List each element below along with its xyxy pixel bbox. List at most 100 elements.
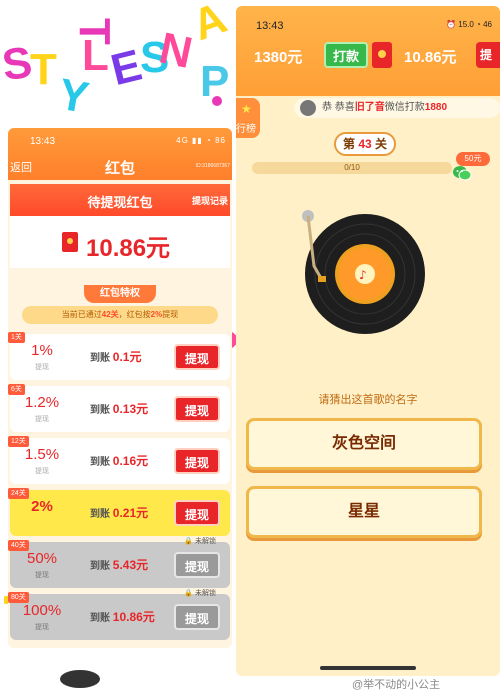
question-text: 请猜出这首歌的名字: [318, 394, 418, 406]
confetti-shape: [212, 96, 222, 106]
arrival-label: 到账: [90, 405, 110, 416]
svg-text:♪: ♪: [359, 268, 367, 282]
arrival-label: 到账: [90, 561, 110, 572]
arrival-label: 到账: [90, 457, 110, 468]
confetti-shape: [60, 670, 100, 688]
svg-text:N: N: [155, 23, 196, 78]
user-id: ID:3186687367: [195, 163, 230, 169]
level-suffix: 关: [375, 137, 388, 151]
svg-text:T: T: [30, 45, 57, 94]
balance-amount: 10.86元: [86, 235, 171, 262]
lock-badge: 🔒 未解锁: [184, 590, 216, 597]
tier-percent: 100%: [22, 602, 62, 619]
leaderboard-label: 行榜: [236, 124, 256, 135]
left-header: 13:43 4G ▮▮ ◔ 86 返回 红包 ID:3186687367: [8, 128, 232, 180]
red-envelope-icon: [372, 42, 392, 68]
tier-row-current: 24关 2% 到账 0.21元 提现: [8, 488, 230, 536]
ticker-amount: 1880: [424, 102, 448, 113]
game-header: 13:43 ⏰ 15.0 ◔ 46 1380元 打款 10.86元 提: [236, 6, 500, 96]
balance-card: 10.86元: [10, 216, 230, 268]
tier-percent: 50%: [26, 550, 58, 567]
winner-ticker: 恭 恭喜旧了音微信打款1880: [294, 98, 500, 118]
tier-arrival: 到账 0.16元: [90, 452, 148, 469]
collage-title-art: S T Y L E S N A P T: [0, 0, 233, 120]
pending-envelope-banner: 待提现红包 提现记录: [10, 184, 230, 216]
home-indicator[interactable]: [320, 666, 416, 670]
leaderboard-button[interactable]: ★ 行榜: [236, 98, 260, 138]
tier-sub-label: 提现: [35, 416, 49, 423]
status-indicators: ⏰ 15.0 ◔ 46: [446, 20, 492, 29]
tier-row: 12关 1.5% 提现 到账 0.16元 提现: [8, 436, 230, 484]
tier-sub-label: 提现: [35, 468, 49, 475]
arrival-amount: 0.1元: [112, 350, 142, 364]
arrival-amount: 0.13元: [112, 402, 149, 416]
wechat-icon[interactable]: [452, 164, 472, 182]
tier-sub-label: 提现: [35, 364, 49, 371]
tier-sub-label: 提现: [35, 572, 49, 579]
tier-arrival: 到账 10.86元: [90, 608, 155, 625]
arrival-amount: 5.43元: [112, 558, 149, 572]
status-time: 13:43: [256, 20, 284, 32]
arrival-label: 到账: [90, 613, 110, 624]
tier-row-locked: 40关 🔒 未解锁 50% 提现 到账 5.43元 提现: [8, 538, 230, 588]
star-icon: ★: [241, 102, 252, 116]
cash-out-button[interactable]: 打款: [324, 42, 368, 68]
coin-balance: 1380元: [254, 49, 303, 66]
note-level: 42关: [101, 310, 119, 319]
privilege-note: 当前已通过42关，红包按2%提现: [22, 306, 218, 324]
watermark: @举不动的小公主: [352, 679, 441, 691]
ticker-prefix: 恭: [322, 102, 332, 113]
withdraw-button[interactable]: 提: [476, 42, 500, 68]
privilege-heading: 红包特权: [84, 285, 156, 303]
tier-arrival: 到账 0.13元: [90, 400, 148, 417]
withdraw-button[interactable]: 提现: [174, 448, 220, 474]
level-prefix: 第: [342, 137, 355, 151]
left-phone-screen: 13:43 4G ▮▮ ◔ 86 返回 红包 ID:3186687367 待提现…: [8, 128, 232, 648]
answer-option[interactable]: 星星: [246, 486, 482, 538]
tier-sub-label: 提现: [35, 624, 49, 631]
status-time: 13:43: [30, 136, 56, 147]
ticker-middle: 微信打款: [384, 102, 425, 113]
note-suffix: 提现: [162, 310, 179, 319]
arrival-amount: 0.21元: [112, 506, 149, 520]
withdraw-button-locked[interactable]: 提现: [174, 604, 220, 630]
withdraw-button[interactable]: 提现: [174, 396, 220, 422]
arrival-label: 到账: [90, 509, 110, 520]
level-number: 43: [358, 137, 372, 151]
status-indicators: 4G ▮▮ ◔ 86: [176, 136, 226, 145]
tier-arrival: 到账 5.43元: [90, 556, 148, 573]
tier-percent: 1.2%: [24, 394, 60, 411]
tier-percent: 2%: [31, 498, 53, 515]
tier-percent: 1.5%: [24, 446, 60, 463]
avatar: [300, 100, 316, 116]
arrival-amount: 10.86元: [112, 610, 155, 624]
tier-row: 1关 1% 提现 到账 0.1元 提现: [8, 332, 230, 380]
ticker-highlight: 旧了音: [354, 102, 385, 113]
red-envelope-icon: [62, 232, 78, 252]
withdraw-button[interactable]: 提现: [174, 500, 220, 526]
answer-option[interactable]: 灰色空间: [246, 418, 482, 470]
withdraw-record-link[interactable]: 提现记录: [192, 194, 228, 207]
ticker-name: 恭喜: [334, 102, 355, 113]
lock-label: 未解锁: [195, 590, 216, 597]
level-progress-bar: 0/10: [252, 162, 452, 174]
withdraw-button[interactable]: 提现: [174, 344, 220, 370]
note-rate: 2%: [150, 310, 163, 319]
right-phone-screen: 13:43 ⏰ 15.0 ◔ 46 1380元 打款 10.86元 提 ★ 行榜…: [236, 6, 500, 676]
svg-text:T: T: [70, 18, 119, 45]
tier-arrival: 到账 0.21元: [90, 504, 148, 521]
level-indicator: 第 43 关: [334, 132, 396, 156]
arrival-label: 到账: [90, 353, 110, 364]
withdraw-button-locked[interactable]: 提现: [174, 552, 220, 578]
lock-label: 未解锁: [195, 538, 216, 545]
note-prefix: 当前已通过: [61, 310, 102, 319]
arrival-amount: 0.16元: [112, 454, 149, 468]
vinyl-record-icon[interactable]: ♪: [300, 206, 430, 336]
tier-percent: 1%: [31, 342, 53, 359]
lock-badge: 🔒 未解锁: [184, 538, 216, 545]
money-balance: 10.86元: [404, 49, 457, 66]
tier-row: 6关 1.2% 提现 到账 0.13元 提现: [8, 384, 230, 432]
tier-row-locked: 80关 🔒 未解锁 100% 提现 到账 10.86元 提现: [8, 590, 230, 640]
tier-arrival: 到账 0.1元: [90, 348, 141, 365]
note-mid: ，红包按: [118, 310, 151, 319]
